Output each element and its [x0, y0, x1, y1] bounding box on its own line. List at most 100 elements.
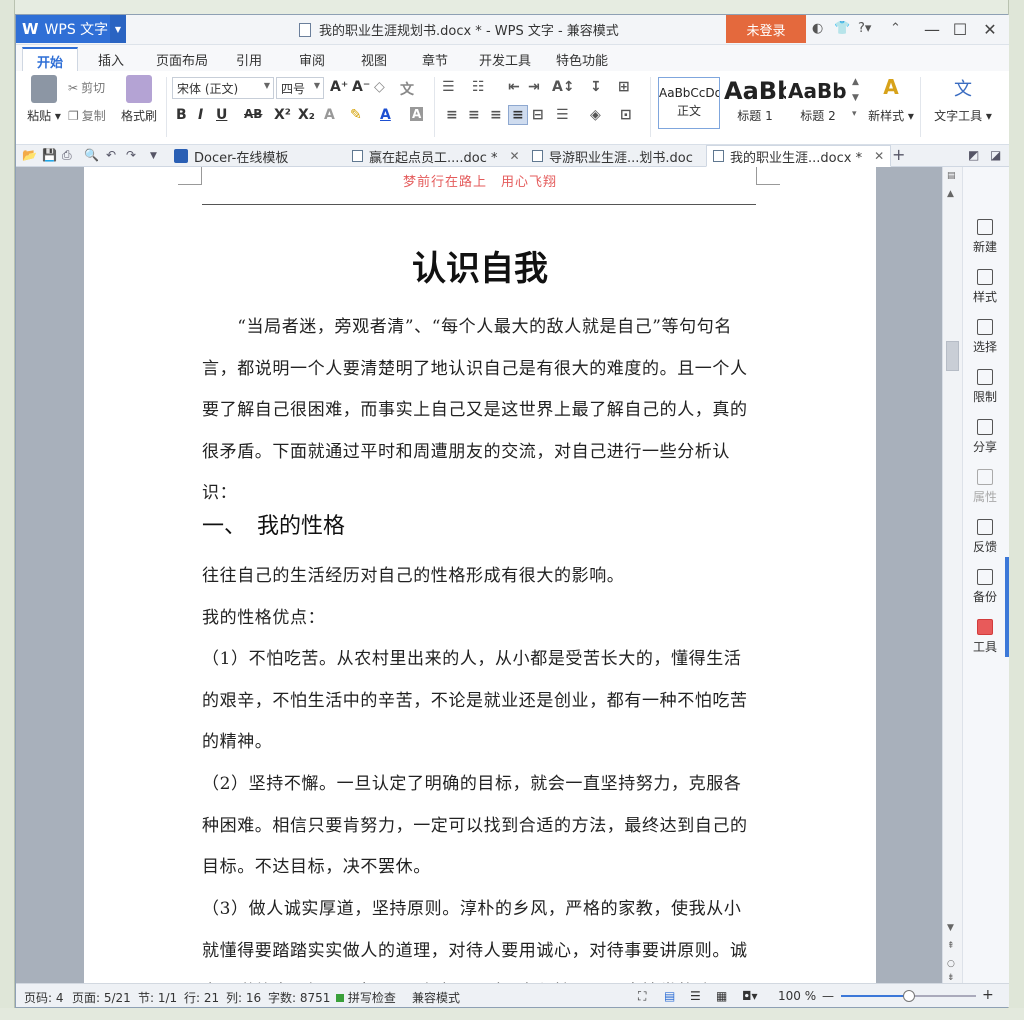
doc-tab-1[interactable]: 赢在起点员工....doc * ✕: [346, 145, 526, 167]
paste-button[interactable]: 粘贴 ▾: [24, 75, 64, 124]
sort-icon[interactable]: ↧: [590, 79, 602, 95]
zoom-in-icon[interactable]: +: [982, 987, 994, 1003]
line-spacing-icon[interactable]: ☰: [556, 107, 569, 123]
select-browse-object-icon[interactable]: ○: [947, 959, 955, 969]
align-left-icon[interactable]: ≡: [446, 107, 458, 123]
status-row[interactable]: 行: 21: [184, 989, 219, 1006]
status-pages[interactable]: 页面: 5/21: [72, 989, 131, 1006]
redo-icon[interactable]: ↷: [126, 148, 136, 162]
shrink-font-icon[interactable]: A⁻: [352, 79, 370, 95]
scroll-down-icon[interactable]: ▼: [947, 923, 954, 933]
sidebar-item-restrict[interactable]: 限制: [963, 369, 1007, 405]
justify-icon[interactable]: ≡: [508, 105, 528, 125]
full-screen-view-icon[interactable]: ⛶: [638, 989, 646, 1004]
align-right-icon[interactable]: ≡: [490, 107, 502, 123]
undo-icon[interactable]: ↶: [106, 148, 116, 162]
copy-button[interactable]: ❐ 复制: [68, 107, 106, 124]
previous-page-icon[interactable]: ⇞: [947, 941, 955, 951]
subscript-icon[interactable]: X₂: [298, 107, 315, 123]
web-view-icon[interactable]: ▦: [716, 989, 727, 1003]
outline-view-icon[interactable]: ☰: [690, 989, 701, 1003]
page-view-icon[interactable]: ▤: [664, 989, 675, 1003]
next-page-icon[interactable]: ⇟: [947, 973, 955, 983]
zoom-out-icon[interactable]: —: [822, 989, 834, 1003]
sidebar-item-styles[interactable]: 样式: [963, 269, 1007, 305]
vertical-scrollbar[interactable]: ▤ ▲ ▼ ⇞ ○ ⇟: [942, 167, 962, 983]
sidebar-item-backup[interactable]: 备份: [963, 569, 1007, 605]
minimize-icon[interactable]: —: [920, 18, 944, 40]
clear-format-icon[interactable]: ◇: [374, 79, 385, 95]
scrollbar-thumb[interactable]: [946, 341, 959, 371]
save-icon[interactable]: 💾: [42, 148, 57, 162]
font-size-select[interactable]: 四号 ▼: [276, 77, 324, 99]
borders-icon[interactable]: ⊡: [620, 107, 632, 123]
bullet-list-icon[interactable]: ☰: [442, 79, 455, 95]
tab-view[interactable]: 视图: [361, 50, 387, 69]
shading-icon[interactable]: ◈: [590, 107, 601, 123]
customize-toolbar-icon[interactable]: ▼: [150, 151, 157, 161]
status-word-count[interactable]: 字数: 8751: [268, 989, 330, 1006]
char-shading-icon[interactable]: A: [410, 107, 424, 121]
sidebar-item-feedback[interactable]: 反馈: [963, 519, 1007, 555]
close-icon[interactable]: ✕: [978, 18, 1002, 40]
style-heading-1[interactable]: AaBb 标题 1: [724, 77, 786, 129]
tab-features[interactable]: 特色功能: [556, 50, 608, 69]
tab-developer[interactable]: 开发工具: [479, 50, 531, 69]
document-page[interactable]: 梦前行在路上 用心飞翔 认识自我 “当局者迷，旁观者清”、“每个人最大的敌人就是…: [84, 167, 876, 983]
style-heading-2[interactable]: AaBb( 标题 2: [788, 77, 848, 129]
decrease-indent-icon[interactable]: ⇤: [508, 79, 520, 95]
bold-icon[interactable]: B: [176, 107, 187, 123]
tab-chapter[interactable]: 章节: [422, 50, 448, 69]
skin-icon[interactable]: ◐: [812, 21, 823, 36]
sidebar-item-new[interactable]: 新建: [963, 219, 1007, 255]
close-tab-icon[interactable]: ✕: [874, 149, 884, 163]
tab-switch-icon[interactable]: ◪: [990, 148, 1001, 162]
doc-tab-active[interactable]: 我的职业生涯...docx * ✕: [706, 145, 892, 167]
zoom-level[interactable]: 100 %: [778, 989, 816, 1003]
tab-insert[interactable]: 插入: [98, 50, 124, 69]
cut-button[interactable]: ✂ 剪切: [68, 79, 105, 96]
status-column[interactable]: 列: 16: [226, 989, 261, 1006]
scroll-up-icon[interactable]: ▲: [947, 189, 954, 199]
sidebar-item-select[interactable]: 选择: [963, 319, 1007, 355]
text-tools-button[interactable]: 文 文字工具 ▾: [932, 75, 994, 124]
status-section[interactable]: 节: 1/1: [138, 989, 177, 1006]
new-tab-icon[interactable]: +: [892, 145, 905, 164]
strikethrough-icon[interactable]: AB: [244, 107, 262, 121]
tab-home[interactable]: 开始: [22, 47, 79, 71]
text-effect-icon[interactable]: A: [324, 107, 335, 123]
shirt-icon[interactable]: 👕: [834, 21, 850, 36]
align-center-icon[interactable]: ≡: [468, 107, 480, 123]
italic-icon[interactable]: I: [198, 107, 203, 123]
app-menu-button[interactable]: W WPS 文字 ▼: [16, 15, 126, 43]
tab-page-layout[interactable]: 页面布局: [156, 50, 208, 69]
sidebar-item-tools[interactable]: 工具: [963, 619, 1007, 655]
format-painter-button[interactable]: 格式刷: [118, 75, 160, 124]
styles-more-icon[interactable]: ▾: [852, 109, 857, 119]
table-borders-icon[interactable]: ⊞: [618, 79, 630, 95]
sidebar-item-share[interactable]: 分享: [963, 419, 1007, 455]
highlight-icon[interactable]: ✎: [350, 107, 362, 123]
tab-references[interactable]: 引用: [236, 50, 262, 69]
styles-scroll-up-icon[interactable]: ▲: [852, 77, 859, 87]
spell-check-toggle[interactable]: 拼写检查: [336, 989, 396, 1006]
print-icon[interactable]: ⎙: [62, 148, 72, 163]
numbered-list-icon[interactable]: ☷: [472, 79, 485, 95]
chevron-down-icon[interactable]: ▼: [110, 15, 126, 43]
font-name-select[interactable]: 宋体 (正文) ▼: [172, 77, 274, 99]
underline-icon[interactable]: U: [216, 107, 227, 123]
maximize-icon[interactable]: ☐: [948, 18, 972, 40]
phonetic-guide-icon[interactable]: 文: [400, 79, 414, 99]
eye-protection-icon[interactable]: ◘▾: [742, 989, 758, 1003]
doc-tab-docer[interactable]: Docer-在线模板: [168, 145, 294, 167]
sidebar-item-properties[interactable]: 属性: [963, 469, 1007, 505]
tab-review[interactable]: 审阅: [299, 50, 325, 69]
font-color-icon[interactable]: A: [380, 107, 391, 123]
superscript-icon[interactable]: X²: [274, 107, 291, 123]
new-style-button[interactable]: A 新样式 ▾: [866, 75, 916, 124]
close-tab-icon[interactable]: ✕: [510, 149, 520, 163]
collapse-ribbon-icon[interactable]: ⌃: [890, 21, 901, 36]
styles-scroll-down-icon[interactable]: ▼: [852, 93, 859, 103]
login-button[interactable]: 未登录: [726, 15, 806, 43]
distributed-align-icon[interactable]: ⊟: [532, 107, 544, 123]
